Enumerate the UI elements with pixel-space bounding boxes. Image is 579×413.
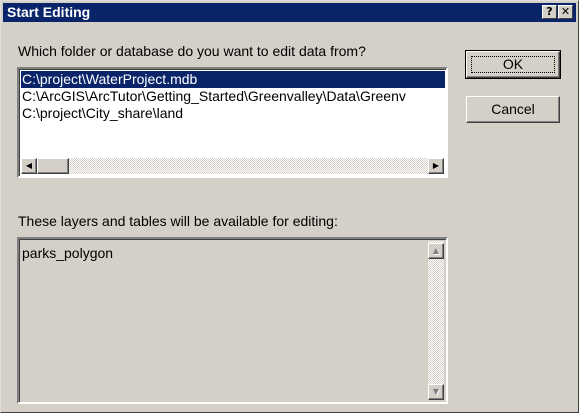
scroll-up-icon: ▲: [428, 243, 444, 259]
help-button[interactable]: ?: [542, 5, 557, 19]
close-button[interactable]: ✕: [558, 5, 573, 19]
list-item: parks_polygon: [22, 245, 114, 261]
horizontal-scrollbar[interactable]: ◀ ▶: [21, 158, 444, 174]
dialog-title: Start Editing: [7, 4, 91, 20]
cancel-button-label: Cancel: [491, 101, 535, 117]
scroll-right-icon[interactable]: ▶: [428, 158, 444, 174]
start-editing-dialog: Start Editing ? ✕ Which folder or databa…: [0, 0, 579, 413]
title-bar[interactable]: Start Editing ? ✕: [3, 3, 576, 22]
list-item[interactable]: C:\project\City_share\land: [21, 105, 183, 122]
scroll-down-icon: ▼: [428, 384, 444, 400]
layers-list: parks_polygon ▲ ▼: [17, 237, 448, 404]
focus-rectangle: [471, 56, 555, 73]
layers-prompt: These layers and tables will be availabl…: [18, 213, 338, 229]
workspace-prompt: Which folder or database do you want to …: [18, 43, 366, 59]
scroll-thumb[interactable]: [37, 158, 69, 174]
workspace-list[interactable]: C:\project\WaterProject.mdb C:\ArcGIS\Ar…: [17, 67, 448, 178]
list-item[interactable]: C:\project\WaterProject.mdb: [21, 71, 445, 88]
cancel-button[interactable]: Cancel: [466, 96, 560, 123]
scroll-left-icon[interactable]: ◀: [21, 158, 37, 174]
vertical-scrollbar: ▲ ▼: [428, 241, 444, 400]
ok-button[interactable]: OK: [465, 50, 561, 79]
list-item[interactable]: C:\ArcGIS\ArcTutor\Getting_Started\Green…: [21, 88, 406, 105]
